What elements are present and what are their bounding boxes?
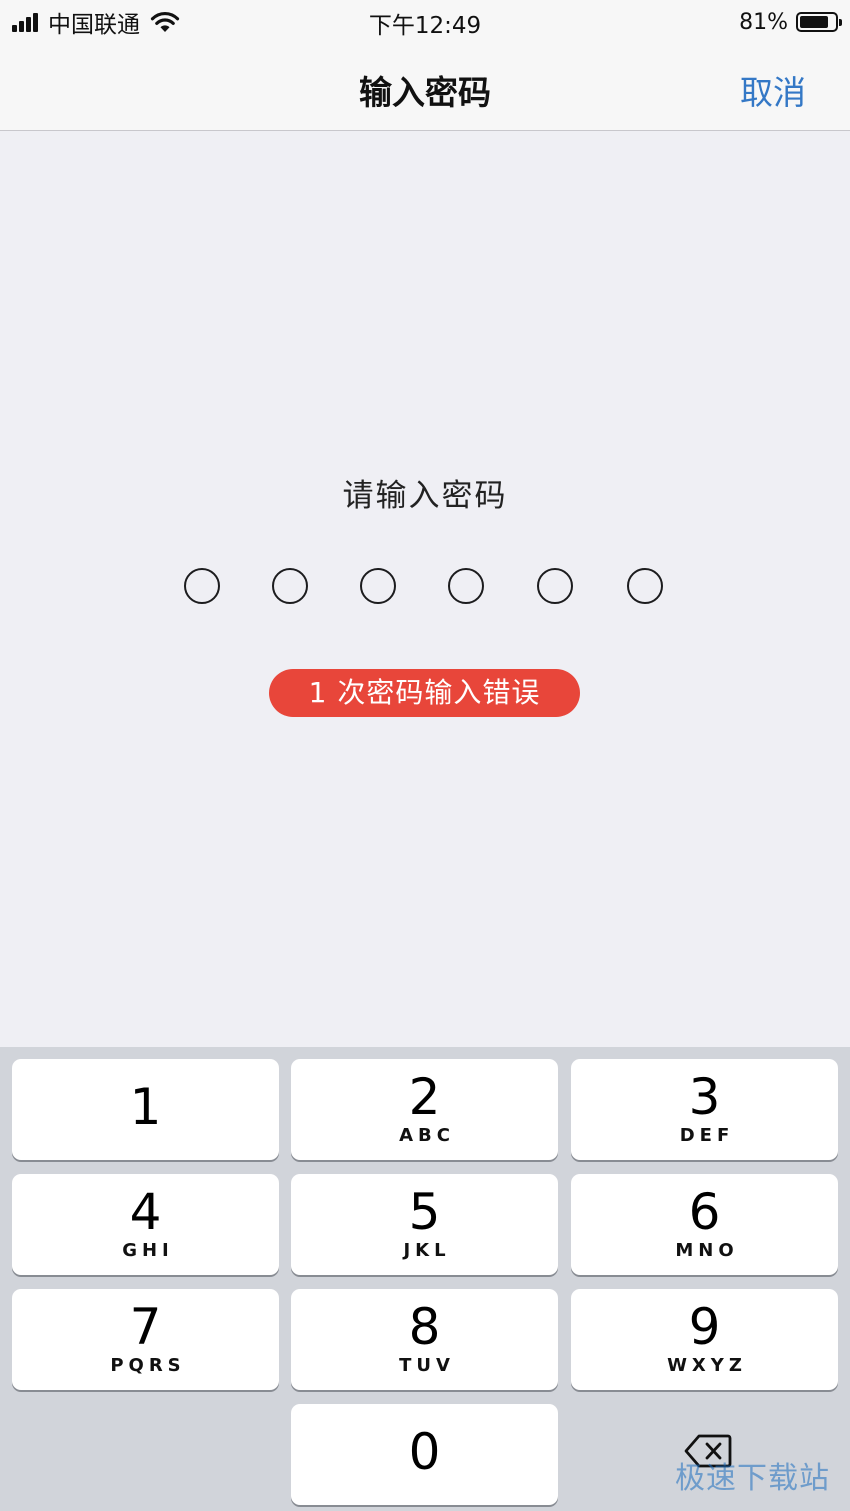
key-letters: JKL xyxy=(403,1240,451,1261)
passcode-dot xyxy=(627,568,663,604)
status-time: 下午12:49 xyxy=(368,13,482,39)
key-digit: 2 xyxy=(408,1068,441,1126)
key-letters: ABC xyxy=(399,1125,455,1146)
keypad-key-1[interactable]: 1 xyxy=(12,1059,279,1160)
key-letters: GHI xyxy=(122,1240,174,1261)
key-digit: 4 xyxy=(129,1183,162,1241)
passcode-dot xyxy=(448,568,484,604)
keypad-key-2[interactable]: 2 ABC xyxy=(291,1059,558,1160)
battery-icon xyxy=(796,12,842,32)
keypad-key-5[interactable]: 5 JKL xyxy=(291,1174,558,1275)
key-digit: 7 xyxy=(129,1298,162,1356)
keypad-key-3[interactable]: 3 DEF xyxy=(571,1059,838,1160)
nav-bar: 输入密码 取消 xyxy=(0,44,850,131)
keypad-key-9[interactable]: 9 WXYZ xyxy=(571,1289,838,1390)
error-badge: 1 次密码输入错误 xyxy=(269,669,580,717)
key-digit: 8 xyxy=(408,1298,441,1356)
passcode-dot xyxy=(360,568,396,604)
key-letters: TUV xyxy=(399,1355,455,1376)
passcode-dots xyxy=(0,568,850,608)
key-letters: MNO xyxy=(675,1240,739,1261)
keypad-key-7[interactable]: 7 PQRS xyxy=(12,1289,279,1390)
cancel-button[interactable]: 取消 xyxy=(740,66,806,114)
watermark: 极速下载站 xyxy=(675,1461,830,1496)
key-digit: 1 xyxy=(129,1078,162,1136)
keypad-key-6[interactable]: 6 MNO xyxy=(571,1174,838,1275)
passcode-dot xyxy=(272,568,308,604)
passcode-dot xyxy=(537,568,573,604)
passcode-dot xyxy=(184,568,220,604)
keypad-key-4[interactable]: 4 GHI xyxy=(12,1174,279,1275)
status-right: 81% xyxy=(739,8,842,36)
key-digit: 6 xyxy=(688,1183,721,1241)
key-digit: 5 xyxy=(408,1183,441,1241)
battery-percent: 81% xyxy=(739,9,788,35)
passcode-prompt: 请输入密码 xyxy=(342,478,508,514)
key-digit: 3 xyxy=(688,1068,721,1126)
numeric-keypad: 极速下载站 1 2 ABC 3 DEF 4 GHI 5 JKL 6 MNO 7 PQRS 8 TUV 9 WXY… xyxy=(0,1047,850,1511)
key-letters: PQRS xyxy=(110,1355,186,1376)
battery-fill xyxy=(800,16,828,28)
key-digit: 0 xyxy=(408,1423,441,1481)
status-bar: 中国联通 下午12:49 81% xyxy=(0,0,850,44)
key-letters: WXYZ xyxy=(667,1355,747,1376)
battery-nub xyxy=(839,19,842,26)
key-letters: DEF xyxy=(679,1125,735,1146)
keypad-key-8[interactable]: 8 TUV xyxy=(291,1289,558,1390)
key-digit: 9 xyxy=(688,1298,721,1356)
keypad-key-0[interactable]: 0 xyxy=(291,1404,558,1505)
page-title: 输入密码 xyxy=(359,73,491,112)
